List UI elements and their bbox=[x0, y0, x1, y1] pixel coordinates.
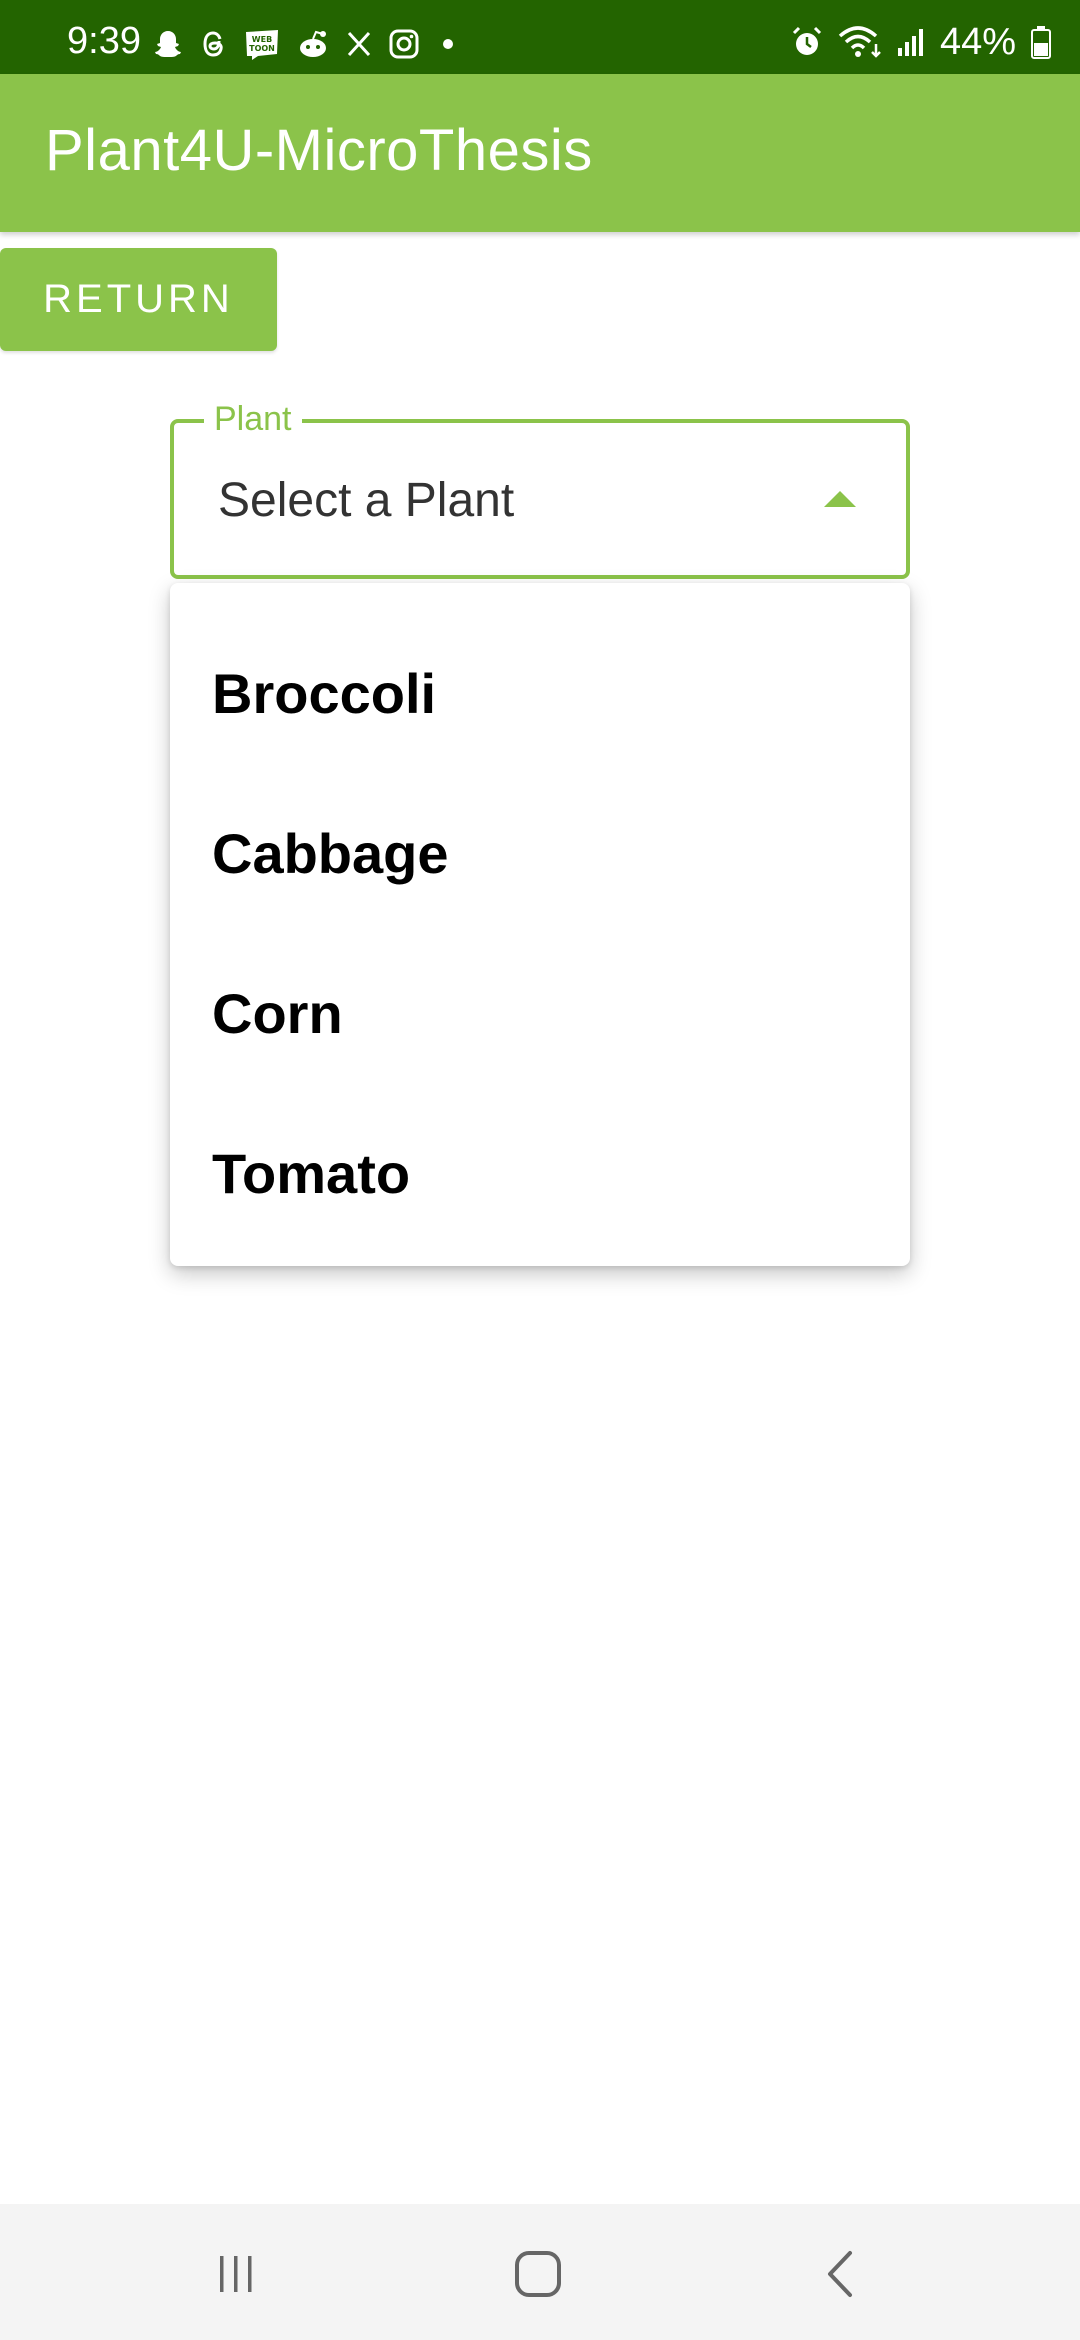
screen: 9:39 WEB TOON 44% Plant4U-MicroThesis RE… bbox=[0, 0, 1080, 2340]
notification-icons: WEB TOON bbox=[152, 26, 460, 62]
instagram-icon bbox=[388, 28, 420, 60]
option-broccoli[interactable]: Broccoli bbox=[170, 613, 910, 773]
status-bar: 9:39 WEB TOON 44% bbox=[0, 0, 1080, 74]
option-corn[interactable]: Corn bbox=[170, 933, 910, 1093]
plant-select-label: Plant bbox=[204, 397, 302, 441]
plant-select[interactable]: Plant Select a Plant bbox=[170, 397, 910, 579]
alarm-icon bbox=[790, 25, 824, 59]
battery-percent: 44% bbox=[939, 21, 1016, 63]
navigation-bar bbox=[0, 2204, 1080, 2340]
wifi-icon bbox=[838, 24, 882, 60]
battery-icon bbox=[1030, 25, 1052, 59]
x-icon bbox=[346, 30, 372, 58]
webtoon-icon: WEB TOON bbox=[244, 28, 280, 60]
snapchat-icon bbox=[152, 28, 184, 60]
recents-icon[interactable] bbox=[206, 2244, 266, 2304]
app-title: Plant4U-MicroThesis bbox=[45, 118, 593, 183]
threads-icon bbox=[200, 28, 228, 60]
signal-icon bbox=[896, 26, 926, 58]
svg-text:TOON: TOON bbox=[249, 44, 275, 53]
plant-dropdown-menu: Broccoli Cabbage Corn Tomato bbox=[170, 583, 910, 1266]
dot-icon bbox=[436, 28, 460, 60]
back-icon[interactable] bbox=[810, 2244, 870, 2304]
return-button[interactable]: RETURN bbox=[0, 248, 277, 351]
plant-select-value: Select a Plant bbox=[218, 474, 515, 527]
status-time: 9:39 bbox=[67, 20, 141, 62]
option-tomato[interactable]: Tomato bbox=[170, 1093, 910, 1253]
option-cabbage[interactable]: Cabbage bbox=[170, 773, 910, 933]
home-icon[interactable] bbox=[508, 2244, 568, 2304]
system-icons: 44% bbox=[790, 22, 1052, 62]
reddit-icon bbox=[296, 28, 330, 60]
app-bar: Plant4U-MicroThesis bbox=[0, 74, 1080, 232]
svg-text:WEB: WEB bbox=[252, 35, 272, 44]
caret-up-icon bbox=[824, 491, 856, 507]
